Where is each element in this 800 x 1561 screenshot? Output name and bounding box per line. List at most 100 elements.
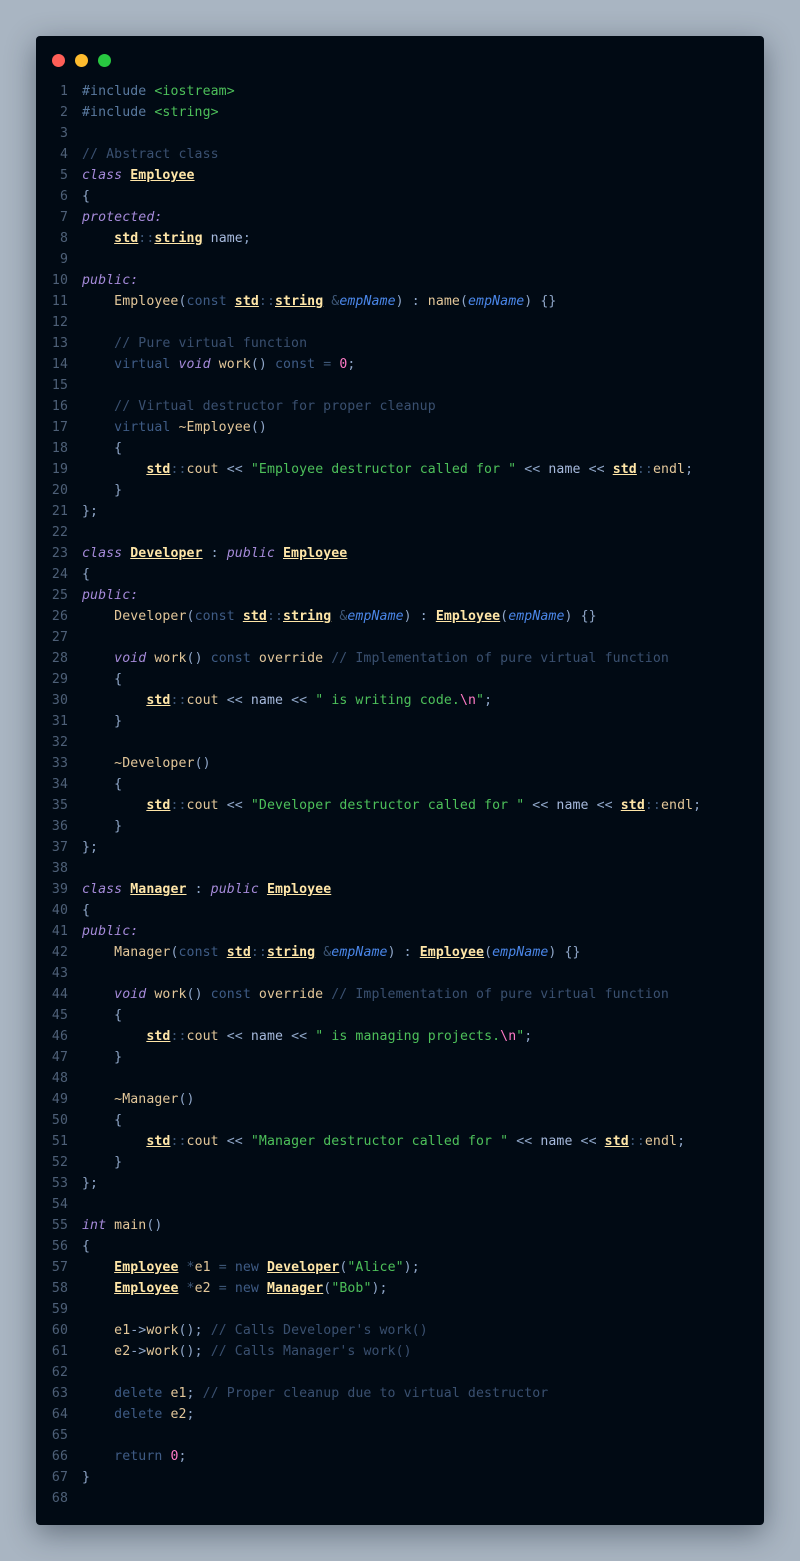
line-text: std::string name; <box>68 228 251 249</box>
code-token: e2 <box>170 1407 187 1422</box>
code-token: override <box>258 987 332 1002</box>
line-number: 35 <box>51 798 68 813</box>
code-token: :: <box>170 1134 187 1149</box>
code-token: e1 <box>170 1386 187 1401</box>
line-number: 1 <box>59 84 68 99</box>
maximize-window-icon[interactable] <box>98 54 111 67</box>
line-number: 30 <box>51 693 68 708</box>
code-token: ; <box>242 231 251 246</box>
code-token: << <box>218 798 251 813</box>
code-token: << <box>524 798 557 813</box>
code-line: 52 } <box>36 1152 764 1173</box>
code-line: 4 // Abstract class <box>36 144 764 165</box>
line-number: 12 <box>51 315 68 330</box>
code-line: 33 ~Developer() <box>36 753 764 774</box>
line-number: 5 <box>59 168 68 183</box>
code-token: :: <box>170 462 187 477</box>
code-token: work <box>146 1344 179 1359</box>
code-editor[interactable]: 1 #include <iostream> 2 #include <string> 3 4… <box>36 81 764 1509</box>
code-token: ); <box>371 1281 388 1296</box>
line-text: public: <box>68 585 138 606</box>
line-text: std::cout << name << " is managing proje… <box>68 1026 532 1047</box>
line-text: std::cout << "Developer destructor calle… <box>68 795 701 816</box>
line-number: 18 <box>51 441 68 456</box>
line-number: 29 <box>51 672 68 687</box>
code-token: ; <box>347 357 356 372</box>
line-number: 26 <box>51 609 68 624</box>
code-line: 27 <box>36 627 764 648</box>
code-token: "Bob" <box>331 1281 372 1296</box>
code-token: :: <box>644 798 661 813</box>
code-token: " is managing projects. <box>315 1029 501 1044</box>
line-number: 31 <box>51 714 68 729</box>
line-text: std::cout << "Manager destructor called … <box>68 1131 685 1152</box>
code-line: 30 std::cout << name << " is writing cod… <box>36 690 764 711</box>
code-token: override <box>258 651 332 666</box>
line-number: 20 <box>51 483 68 498</box>
line-number: 52 <box>51 1155 68 1170</box>
code-token: ; <box>186 1407 195 1422</box>
code-token: endl <box>660 798 694 813</box>
line-number: 32 <box>51 735 68 750</box>
line-text: Employee *e2 = new Manager("Bob"); <box>68 1278 388 1299</box>
code-token: }; <box>82 504 99 519</box>
line-number: 10 <box>51 273 68 288</box>
code-line: 45 { <box>36 1005 764 1026</box>
line-text: { <box>68 1236 90 1257</box>
line-text: { <box>68 669 122 690</box>
code-token: const <box>210 987 259 1002</box>
line-number: 40 <box>51 903 68 918</box>
line-number: 25 <box>51 588 68 603</box>
code-token: ) {} <box>548 945 581 960</box>
close-window-icon[interactable] <box>52 54 65 67</box>
line-text: { <box>68 186 90 207</box>
line-text: { <box>68 1110 122 1131</box>
code-token: work <box>218 357 251 372</box>
line-text: Employee(const std::string &empName) : n… <box>68 291 556 312</box>
code-token: // Pure virtual function <box>82 336 308 351</box>
code-token: // Implementation of pure virtual functi… <box>331 651 669 666</box>
code-token: " <box>476 693 485 708</box>
line-number: 6 <box>59 189 68 204</box>
code-token: public: <box>82 924 139 939</box>
line-text: // Abstract class <box>68 144 219 165</box>
code-line: 58 Employee *e2 = new Manager("Bob"); <box>36 1278 764 1299</box>
code-token: }; <box>82 840 99 855</box>
line-number: 23 <box>51 546 68 561</box>
code-line: 5 class Employee <box>36 165 764 186</box>
line-number: 48 <box>51 1071 68 1086</box>
line-number: 28 <box>51 651 68 666</box>
code-line: 16 // Virtual destructor for proper clea… <box>36 396 764 417</box>
line-number: 62 <box>51 1365 68 1380</box>
code-token: () <box>146 1218 163 1233</box>
line-number: 27 <box>51 630 68 645</box>
code-token: std <box>146 798 171 813</box>
code-token: ); <box>403 1260 420 1275</box>
code-line: 12 <box>36 312 764 333</box>
code-token: : <box>186 882 211 897</box>
code-token: delete <box>82 1386 171 1401</box>
code-line: 59 <box>36 1299 764 1320</box>
code-token: ) {} <box>564 609 597 624</box>
code-token: = <box>210 1260 235 1275</box>
code-token: :: <box>138 231 155 246</box>
code-token: { <box>82 567 91 582</box>
code-token: empName <box>468 294 525 309</box>
code-token: -> <box>130 1344 147 1359</box>
minimize-window-icon[interactable] <box>75 54 88 67</box>
code-line: 14 virtual void work() const = 0; <box>36 354 764 375</box>
code-line: 21}; <box>36 501 764 522</box>
code-token: std <box>620 798 645 813</box>
code-token: << <box>572 1134 605 1149</box>
code-token: class <box>82 546 131 561</box>
line-text: { <box>68 438 122 459</box>
code-token: empName <box>492 945 549 960</box>
code-token: // Abstract class <box>82 147 219 162</box>
code-line: 22 <box>36 522 764 543</box>
code-token: (); <box>178 1323 211 1338</box>
code-token: <iostream> <box>154 84 235 99</box>
code-token: -> <box>130 1323 147 1338</box>
line-number: 16 <box>51 399 68 414</box>
